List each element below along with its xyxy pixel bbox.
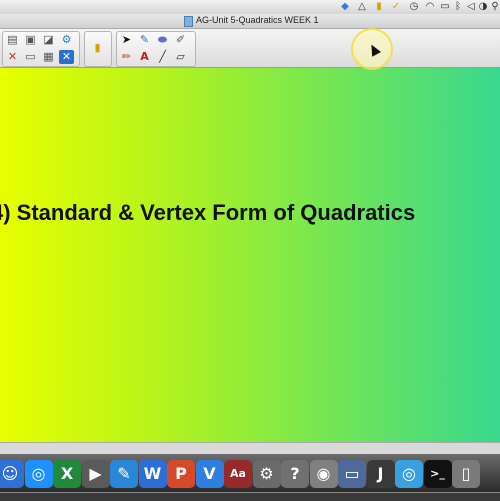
eraser-icon[interactable]: ⬬ bbox=[155, 33, 170, 47]
screen-capture-icon[interactable]: ▭ bbox=[338, 460, 366, 488]
checkmark-icon[interactable]: ✓ bbox=[390, 1, 402, 13]
help-icon[interactable]: ? bbox=[281, 460, 309, 488]
dictionary-icon[interactable]: Aa bbox=[224, 460, 252, 488]
dock: ☺ ◎ X ▶ ✎ W P V Aa ⚙? ◉ ▭ J ◎ >_ ▯ bbox=[0, 454, 500, 501]
search-icon[interactable]: ⚲ bbox=[489, 1, 500, 13]
jing-icon[interactable]: J bbox=[366, 460, 395, 488]
drawing-tools-group: ➤ ✎ ⬬ ✐ ✏ A ╱ ▱ bbox=[116, 31, 196, 67]
volume-icon[interactable]: ◁ bbox=[465, 1, 477, 13]
gallery-group: ▮ bbox=[84, 31, 112, 67]
pen-icon[interactable]: ✎ bbox=[137, 33, 152, 47]
dropbox-icon[interactable]: ◆ bbox=[339, 1, 351, 13]
close-icon[interactable]: ✕ bbox=[59, 50, 74, 64]
safari-icon[interactable]: ◎ bbox=[24, 460, 53, 488]
powerpoint-icon[interactable]: P bbox=[167, 460, 195, 488]
excel-icon[interactable]: X bbox=[53, 460, 81, 488]
itunes-icon[interactable]: ◎ bbox=[395, 460, 423, 488]
system-preferences-icon[interactable]: ⚙ bbox=[252, 460, 281, 488]
time-machine-icon[interactable]: ◑ bbox=[477, 1, 489, 13]
bluetooth-icon[interactable]: ᛒ bbox=[452, 1, 464, 13]
drive-icon[interactable]: △ bbox=[356, 1, 368, 13]
finder-icon[interactable]: ☺ bbox=[0, 460, 24, 488]
slide-canvas[interactable]: 4) Standard & Vertex Form of Quadratics bbox=[0, 68, 500, 442]
trash-icon[interactable]: ▯ bbox=[452, 460, 480, 488]
shape-tool-icon[interactable]: ▱ bbox=[173, 50, 188, 64]
wifi-icon[interactable]: ◠ bbox=[424, 1, 436, 13]
table-icon[interactable]: ▦ bbox=[41, 50, 56, 64]
notes-icon[interactable]: ✎ bbox=[110, 460, 138, 488]
creative-pen-icon[interactable]: ✏ bbox=[119, 50, 134, 64]
slide-title: 4) Standard & Vertex Form of Quadratics bbox=[0, 200, 416, 225]
open-icon[interactable]: ▣ bbox=[23, 33, 38, 47]
save-icon[interactable]: ◪ bbox=[41, 33, 56, 47]
gallery-icon[interactable]: ▮ bbox=[90, 41, 105, 55]
new-page-icon[interactable]: ▤ bbox=[5, 33, 20, 47]
window-title-bar: AG-Unit 5-Quadratics WEEK 1 bbox=[0, 14, 500, 29]
highlighter-icon[interactable]: ✐ bbox=[173, 33, 188, 47]
clock-sync-icon[interactable]: ◷ bbox=[408, 1, 420, 13]
facetime-icon[interactable]: ▶ bbox=[81, 460, 110, 488]
battery-indicator-icon[interactable]: ▮ bbox=[373, 1, 385, 13]
print-icon[interactable]: ⚙ bbox=[59, 33, 74, 47]
document-icon bbox=[184, 16, 193, 27]
terminal-icon[interactable]: >_ bbox=[423, 460, 452, 488]
camera-icon[interactable]: ◉ bbox=[309, 460, 338, 488]
text-tool-icon[interactable]: A bbox=[137, 50, 152, 64]
vector-app-icon[interactable]: V bbox=[195, 460, 224, 488]
menu-bar: ◆ △ ▮ ✓ ◷ ◠ ▭ ᛒ ◁ ◑ ⚲ bbox=[0, 0, 500, 15]
word-icon[interactable]: W bbox=[138, 460, 167, 488]
screen-shade-icon[interactable]: ▭ bbox=[23, 50, 38, 64]
line-tool-icon[interactable]: ╱ bbox=[155, 50, 170, 64]
toolbar: ▤ ▣ ◪ ⚙ ✕ ▭ ▦ ✕ ▮ ➤ ✎ ⬬ ✐ ✏ A ╱ ▱ bbox=[0, 29, 500, 68]
window-title: AG-Unit 5-Quadratics WEEK 1 bbox=[196, 15, 319, 25]
file-tools-group: ▤ ▣ ◪ ⚙ ✕ ▭ ▦ ✕ bbox=[2, 31, 80, 67]
select-arrow-icon[interactable]: ➤ bbox=[119, 33, 134, 47]
display-icon[interactable]: ▭ bbox=[439, 1, 451, 13]
delete-icon[interactable]: ✕ bbox=[5, 50, 20, 64]
